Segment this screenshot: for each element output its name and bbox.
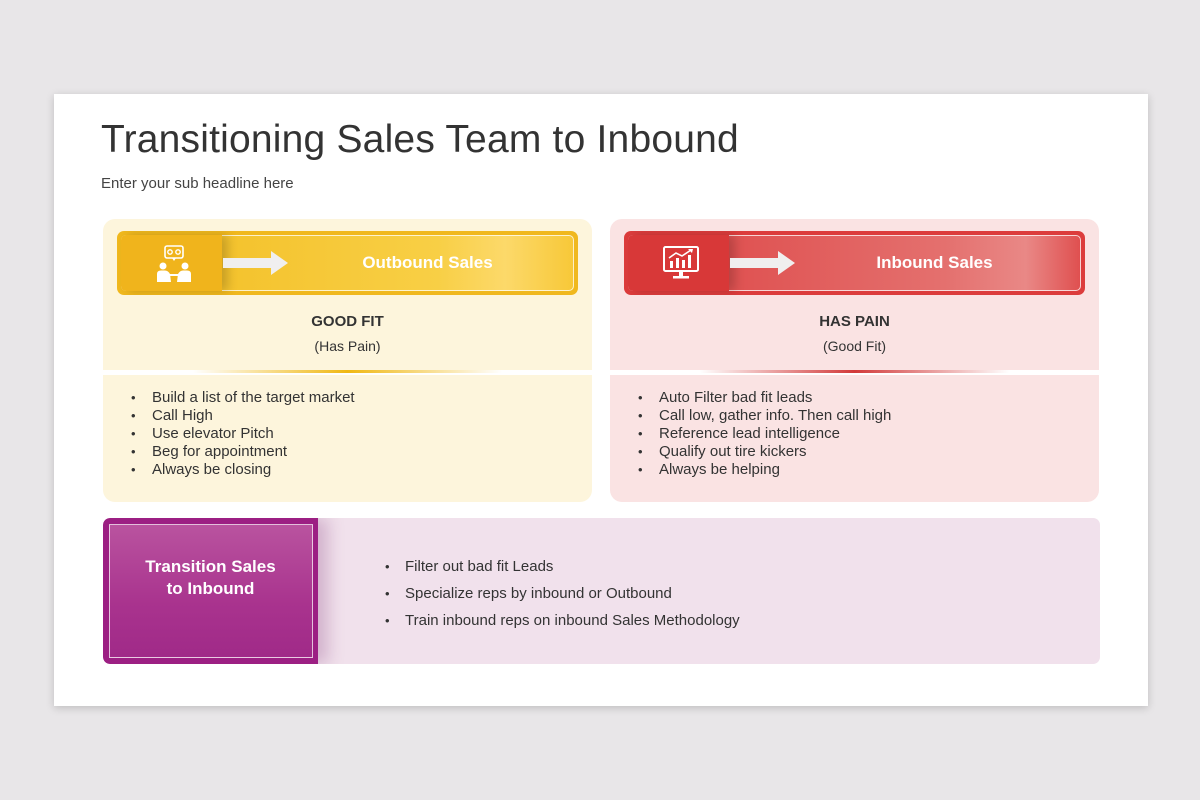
list-item: Build a list of the target market — [131, 389, 355, 407]
transition-label: Transition Sales to Inbound — [145, 557, 276, 598]
slide: Transitioning Sales Team to Inbound Ente… — [54, 94, 1148, 706]
inbound-label: Inbound Sales — [876, 253, 993, 272]
inbound-subheading: (Good Fit) — [822, 338, 886, 354]
list-item: Call High — [131, 407, 355, 425]
transition-bullet-list: Filter out bad fit Leads Specialize reps… — [385, 553, 740, 634]
outbound-label: Outbound Sales — [362, 253, 493, 272]
list-item: Filter out bad fit Leads — [385, 553, 740, 580]
outbound-panel: Outbound Sales GOOD FIT (Has Pain) Build… — [103, 219, 592, 502]
list-item: Train inbound reps on inbound Sales Meth… — [385, 607, 740, 634]
inbound-heading: HAS PAIN — [819, 313, 890, 330]
meeting-people-icon — [121, 235, 222, 291]
list-item: Auto Filter bad fit leads — [638, 389, 891, 407]
list-item: Reference lead intelligence — [638, 425, 891, 443]
outbound-banner: Outbound Sales — [117, 231, 578, 295]
inbound-banner: Inbound Sales — [624, 231, 1085, 295]
list-item: Qualify out tire kickers — [638, 443, 891, 461]
outbound-heading: GOOD FIT — [311, 313, 384, 330]
list-item: Call low, gather info. Then call high — [638, 407, 891, 425]
outbound-subheading: (Has Pain) — [314, 338, 381, 354]
transition-box: Transition Sales to Inbound — [103, 518, 318, 664]
list-item: Always be closing — [131, 461, 355, 479]
list-item: Always be helping — [638, 461, 891, 479]
list-item: Use elevator Pitch — [131, 425, 355, 443]
inbound-bullet-list: Auto Filter bad fit leads Call low, gath… — [638, 389, 891, 479]
page-title: Transitioning Sales Team to Inbound — [101, 118, 739, 161]
transition-panel: Transition Sales to Inbound Filter out b… — [103, 518, 1100, 664]
monitor-chart-icon — [628, 235, 729, 291]
list-item: Specialize reps by inbound or Outbound — [385, 580, 740, 607]
list-item: Beg for appointment — [131, 443, 355, 461]
outbound-bullet-list: Build a list of the target market Call H… — [131, 389, 355, 479]
page-subtitle: Enter your sub headline here — [101, 175, 294, 192]
inbound-panel: Inbound Sales HAS PAIN (Good Fit) Auto F… — [610, 219, 1099, 502]
